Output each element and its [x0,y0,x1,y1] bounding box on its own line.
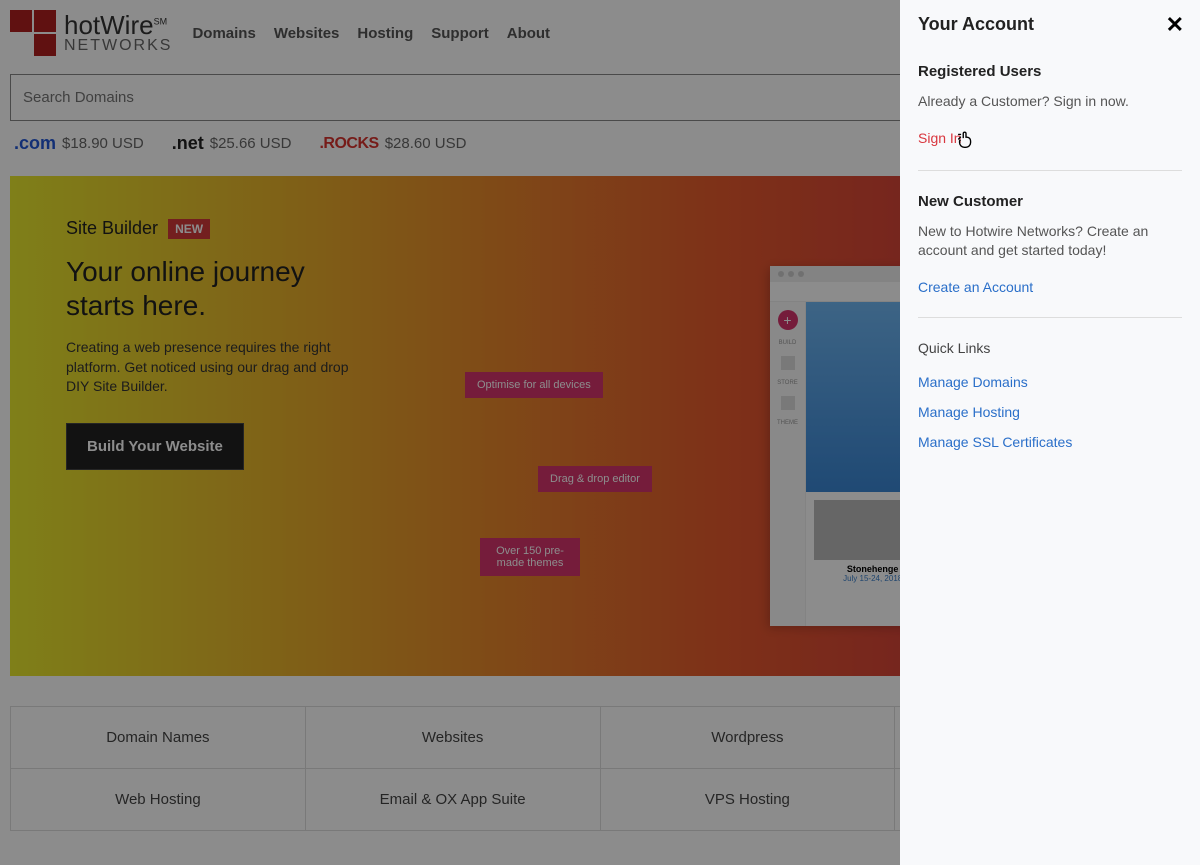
close-icon[interactable]: ✕ [1166,12,1184,38]
account-drawer: ✕ Your Account Registered Users Already … [900,0,1200,865]
manage-hosting-link[interactable]: Manage Hosting [918,404,1182,420]
create-account-link[interactable]: Create an Account [918,279,1182,295]
drawer-title: Your Account [918,14,1182,35]
manage-ssl-link[interactable]: Manage SSL Certificates [918,434,1182,450]
pointer-cursor-icon [955,128,977,150]
quick-links-heading: Quick Links [918,340,1182,356]
new-customer-desc: New to Hotwire Networks? Create an accou… [918,222,1182,261]
new-customer-heading: New Customer [918,193,1182,210]
manage-domains-link[interactable]: Manage Domains [918,374,1182,390]
registered-users-heading: Registered Users [918,63,1182,80]
registered-users-desc: Already a Customer? Sign in now. [918,92,1182,112]
